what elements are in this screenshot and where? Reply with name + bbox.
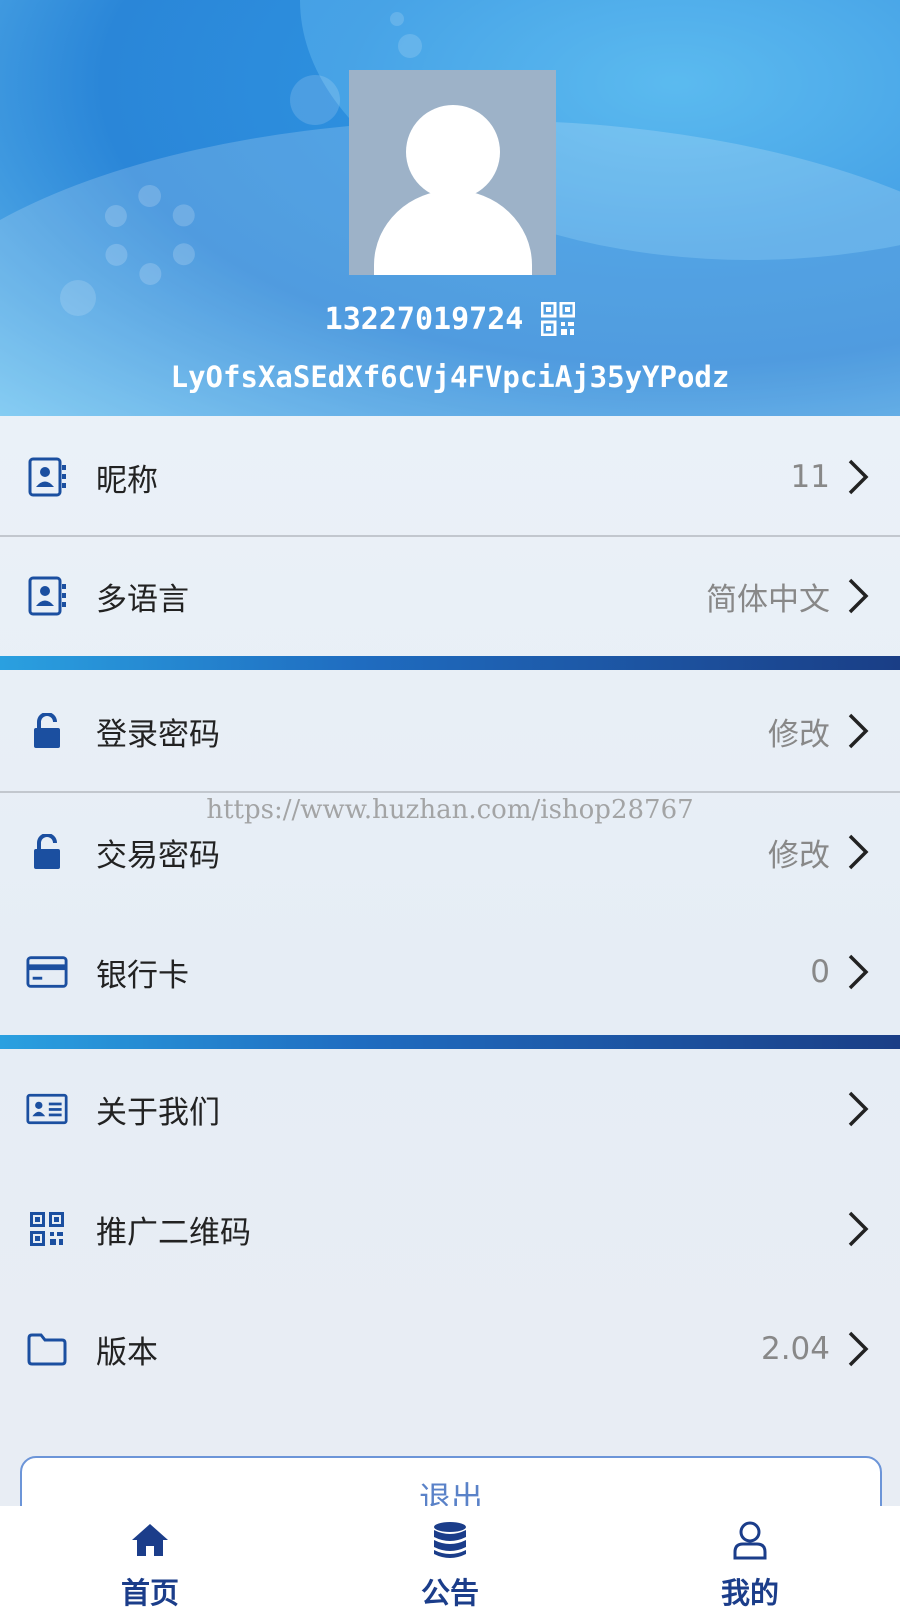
folder-icon <box>26 1328 68 1370</box>
bank-card-label: 银行卡 <box>96 957 189 994</box>
qr-code-icon[interactable] <box>541 302 576 336</box>
about-label: 关于我们 <box>96 1094 220 1131</box>
nickname-label: 昵称 <box>96 462 158 499</box>
chevron-right-icon <box>848 713 869 749</box>
menu-item-trade-password[interactable]: 交易密码 修改 <box>0 793 900 911</box>
profile-header: 13227019724 LyOfsXaSEdXf6CVj4FVpciAj35yY… <box>0 0 900 416</box>
trade-password-value: 修改 <box>768 837 830 874</box>
unlock-icon <box>26 710 68 752</box>
menu-item-bank-card[interactable]: 银行卡 0 <box>0 913 900 1031</box>
phone-row: 13227019724 <box>0 297 900 341</box>
menu-item-promo-qr[interactable]: 推广二维码 <box>0 1170 900 1288</box>
menu-item-version[interactable]: 版本 2.04 <box>0 1290 900 1408</box>
bottom-tab-bar: 首页 公告 我的 <box>0 1506 900 1619</box>
menu-item-about[interactable]: 关于我们 <box>0 1050 900 1168</box>
tab-announcements[interactable]: 公告 <box>300 1506 600 1619</box>
chevron-right-icon <box>848 1211 869 1247</box>
tab-home-label: 首页 <box>120 1576 179 1610</box>
tab-announcements-label: 公告 <box>420 1576 479 1610</box>
bank-card-value: 0 <box>810 954 830 990</box>
chevron-right-icon <box>848 834 869 870</box>
phone-number: 13227019724 <box>324 301 524 337</box>
version-label: 版本 <box>96 1334 158 1371</box>
contact-card-icon <box>26 456 68 498</box>
tab-home[interactable]: 首页 <box>0 1506 300 1619</box>
id-card-icon <box>26 1088 68 1130</box>
tab-mine[interactable]: 我的 <box>600 1506 900 1619</box>
qr-code-icon <box>26 1208 68 1250</box>
tab-mine-label: 我的 <box>720 1576 779 1610</box>
database-icon <box>434 1522 466 1558</box>
menu-item-language[interactable]: 多语言 简体中文 <box>0 537 900 655</box>
chevron-right-icon <box>848 954 869 990</box>
credit-card-icon <box>26 951 68 993</box>
chevron-right-icon <box>848 1091 869 1127</box>
language-value: 简体中文 <box>706 581 830 618</box>
promo-qr-label: 推广二维码 <box>96 1214 251 1251</box>
section-band <box>0 656 900 670</box>
version-value: 2.04 <box>760 1331 830 1367</box>
login-password-label: 登录密码 <box>96 716 220 753</box>
unlock-icon <box>26 831 68 873</box>
home-icon <box>132 1524 168 1556</box>
wallet-address: LyOfsXaSEdXf6CVj4FVpciAj35yYPodz <box>170 360 730 394</box>
menu-item-login-password[interactable]: 登录密码 修改 <box>0 672 900 790</box>
chevron-right-icon <box>848 1331 869 1367</box>
user-icon <box>733 1521 767 1560</box>
avatar[interactable] <box>349 70 556 275</box>
nickname-value: 11 <box>790 459 830 495</box>
gear-decoration <box>100 185 200 285</box>
contact-card-icon <box>26 575 68 617</box>
chevron-right-icon <box>848 578 869 614</box>
menu-item-nickname[interactable]: 昵称 11 <box>0 418 900 536</box>
login-password-value: 修改 <box>768 716 830 753</box>
chevron-right-icon <box>848 459 869 495</box>
language-label: 多语言 <box>96 581 189 618</box>
trade-password-label: 交易密码 <box>96 837 220 874</box>
section-band <box>0 1035 900 1049</box>
